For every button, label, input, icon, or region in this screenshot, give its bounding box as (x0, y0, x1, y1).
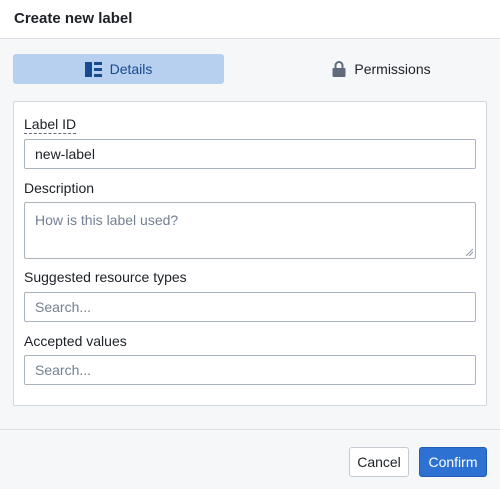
label-id-label: Label ID (24, 116, 77, 134)
tab-details[interactable]: Details (13, 54, 224, 84)
accepted-values-search[interactable] (24, 355, 476, 385)
suggested-resource-types-search[interactable] (24, 292, 476, 322)
tab-details-label: Details (109, 61, 153, 77)
tab-bar: Details Permissions (13, 54, 487, 84)
create-label-dialog: Create new label Details Permissions Lab… (0, 0, 500, 489)
tab-permissions[interactable]: Permissions (276, 54, 487, 84)
tab-permissions-label: Permissions (354, 61, 431, 77)
label-id-input[interactable] (24, 139, 476, 169)
dialog-footer: Cancel Confirm (0, 429, 500, 489)
lock-icon (332, 61, 346, 77)
description-textarea[interactable] (24, 202, 476, 259)
description-wrapper (24, 202, 476, 259)
accepted-values-label: Accepted values (24, 333, 127, 349)
dialog-title: Create new label (14, 10, 133, 27)
details-panel: Label ID Description Suggested resource … (13, 101, 487, 406)
resize-grip-icon[interactable] (465, 248, 473, 256)
cancel-button[interactable]: Cancel (349, 447, 409, 477)
description-label: Description (24, 180, 95, 196)
dialog-header: Create new label (0, 0, 500, 39)
suggested-resource-types-label: Suggested resource types (24, 269, 187, 285)
confirm-button[interactable]: Confirm (419, 447, 487, 477)
list-detail-icon (84, 61, 102, 77)
